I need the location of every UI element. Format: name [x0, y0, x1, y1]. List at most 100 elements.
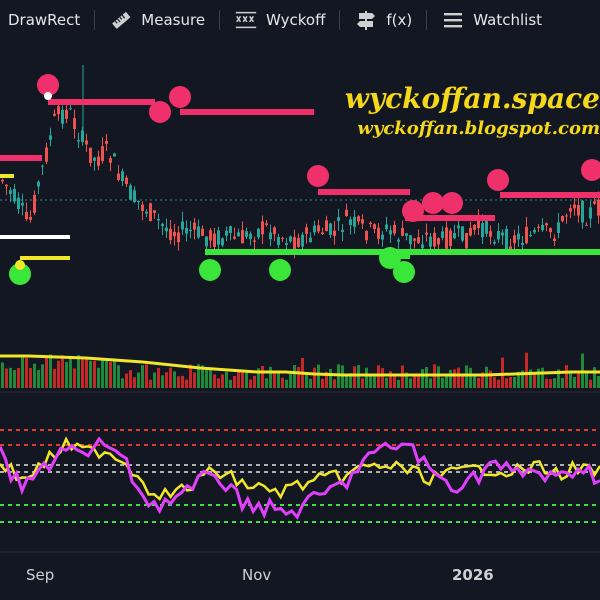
candle-body — [457, 225, 460, 229]
volume-bar — [277, 373, 280, 388]
candle-body — [573, 204, 576, 209]
volume-bar — [45, 356, 48, 388]
volume-bar — [373, 375, 376, 388]
candle-body — [173, 231, 176, 237]
candle-body — [529, 234, 532, 236]
x-axis-label-sep: Sep — [26, 566, 55, 584]
volume-bar — [493, 377, 496, 388]
candle-body — [125, 177, 128, 185]
volume-bar — [125, 373, 128, 388]
volume-bar — [421, 369, 424, 388]
toolbar-divider — [94, 10, 96, 30]
volume-bar — [149, 379, 152, 388]
volume-bar — [85, 357, 88, 388]
candle-body — [461, 226, 464, 241]
candle-body — [433, 232, 436, 247]
candle-body — [185, 227, 188, 234]
fx-tool-button[interactable]: f(x) — [346, 0, 420, 40]
candle-body — [249, 233, 252, 240]
candle-body — [557, 222, 560, 233]
volume-bar — [577, 372, 580, 388]
candle-body — [5, 184, 8, 187]
candle-body — [77, 140, 80, 142]
volume-bar — [409, 378, 412, 388]
watchlist-label: Watchlist — [473, 11, 543, 29]
volume-bar — [265, 378, 268, 388]
volume-bar — [565, 365, 568, 388]
toolbar-divider — [339, 10, 341, 30]
candle-body — [85, 140, 88, 145]
volume-bar — [17, 368, 20, 388]
volume-bar — [269, 366, 272, 388]
candle-body — [181, 221, 184, 230]
volume-bar — [357, 365, 360, 388]
candle-body — [109, 158, 112, 163]
candle-body — [53, 113, 56, 116]
volume-bar — [9, 367, 12, 388]
volume-bar — [21, 355, 24, 388]
supply-marker — [169, 86, 191, 108]
volume-bar — [113, 360, 116, 388]
demand-marker-dot — [15, 260, 25, 270]
watchlist-tool-button[interactable]: Watchlist — [433, 0, 550, 40]
volume-bar — [293, 365, 296, 388]
volume-bar — [25, 357, 28, 388]
candle-body — [537, 226, 540, 228]
candle-body — [549, 228, 552, 233]
wyckoff-tool-button[interactable]: Wyckoff — [226, 0, 333, 40]
candle-body — [361, 219, 364, 224]
volume-bar — [225, 371, 228, 388]
measure-tool-button[interactable]: Measure — [101, 0, 213, 40]
volume-bar — [589, 379, 592, 388]
candle-body — [49, 135, 52, 140]
candle-body — [349, 219, 352, 226]
drawrect-tool-button[interactable]: DrawRect — [0, 0, 88, 40]
toolbar-divider — [426, 10, 428, 30]
candle-body — [449, 230, 452, 247]
volume-bar — [477, 377, 480, 388]
volume-bar — [89, 360, 92, 388]
candle-body — [413, 238, 416, 241]
volume-bar — [285, 379, 288, 388]
demand-marker — [199, 259, 221, 281]
volume-bar — [101, 358, 104, 388]
volume-bar — [81, 359, 84, 388]
volume-bar — [77, 355, 80, 388]
volume-bar — [61, 355, 64, 388]
volume-bar — [573, 376, 576, 388]
candle-body — [405, 233, 408, 236]
volume-bar — [133, 377, 136, 388]
candle-body — [533, 230, 536, 233]
volume-bar — [469, 367, 472, 388]
candle-body — [25, 211, 28, 220]
candle-body — [585, 224, 588, 226]
volume-bar — [485, 366, 488, 388]
candle-body — [13, 188, 16, 202]
candle-body — [261, 221, 264, 235]
candle-body — [93, 157, 96, 161]
candle-body — [397, 239, 400, 242]
volume-bar — [141, 365, 144, 388]
volume-bar — [193, 372, 196, 388]
candle-body — [189, 229, 192, 232]
candle-body — [285, 243, 288, 245]
volume-bar — [13, 369, 16, 388]
volume-bar — [413, 376, 416, 388]
ruler-icon — [109, 8, 133, 32]
volume-bar — [309, 378, 312, 388]
candle-body — [357, 216, 360, 222]
volume-bar — [353, 366, 356, 388]
volume-bar — [261, 365, 264, 388]
candle-body — [257, 228, 260, 238]
volume-bar — [397, 379, 400, 388]
volume-bar — [329, 368, 332, 388]
candle-body — [149, 203, 152, 222]
volume-bar — [93, 360, 96, 388]
volume-bar — [129, 370, 132, 388]
candle-body — [237, 232, 240, 237]
volume-bar — [37, 369, 40, 388]
volume-bar — [217, 378, 220, 388]
candle-body — [117, 173, 120, 181]
supply-marker-dot — [44, 92, 52, 100]
measure-label: Measure — [141, 11, 206, 29]
